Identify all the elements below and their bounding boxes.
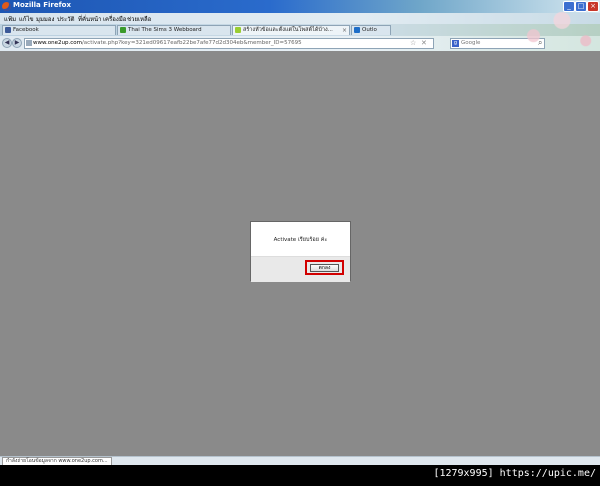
star-icon[interactable]: ☆ bbox=[410, 39, 416, 47]
close-icon[interactable]: × bbox=[342, 26, 347, 35]
facebook-icon bbox=[5, 27, 11, 33]
reload-icon[interactable]: ✕ bbox=[421, 39, 427, 47]
tab-new-topic[interactable]: สร้างหัวข้อและตั้งแต่ในโพสต์ได้บ้าง... × bbox=[232, 25, 350, 35]
back-button[interactable]: ◀ bbox=[2, 38, 12, 48]
address-bar[interactable]: www.one2up.com/activate.php?key=321ed096… bbox=[24, 38, 434, 49]
site-icon bbox=[26, 40, 32, 46]
alert-dialog: Activate เรียบร้อย ค่ะ ตกลง bbox=[250, 221, 351, 282]
tab-label: Outlo bbox=[362, 27, 377, 33]
browser-window: Mozilla Firefox _ □ × แฟ้ม แก้ไข มุมมอง … bbox=[0, 0, 600, 465]
tab-sims-webboard[interactable]: Thai The Sims 3 Webboard bbox=[117, 25, 231, 35]
menu-bar: แฟ้ม แก้ไข มุมมอง ประวัติ ที่คั่นหน้า เค… bbox=[0, 13, 600, 24]
menu-file[interactable]: แฟ้ม bbox=[4, 14, 16, 24]
menu-edit[interactable]: แก้ไข bbox=[19, 14, 34, 24]
menu-history[interactable]: ประวัติ bbox=[57, 14, 75, 24]
firefox-icon bbox=[2, 2, 11, 11]
ok-button[interactable]: ตกลง bbox=[310, 264, 339, 272]
search-placeholder: Google bbox=[461, 40, 481, 46]
minimize-button[interactable]: _ bbox=[563, 1, 575, 12]
google-icon: g bbox=[452, 40, 459, 47]
menu-tools[interactable]: เครื่องมือ bbox=[103, 14, 126, 24]
close-button[interactable]: × bbox=[587, 1, 599, 12]
highlight-box: ตกลง bbox=[305, 260, 344, 275]
outlook-icon bbox=[354, 27, 360, 33]
page-content: Activate เรียบร้อย ค่ะ ตกลง bbox=[0, 51, 600, 456]
url-path: /activate.php?key=321ed09617eafb22be7afe… bbox=[81, 40, 302, 46]
dialog-footer: ตกลง bbox=[251, 256, 350, 282]
menu-help[interactable]: ช่วยเหลือ bbox=[127, 14, 151, 24]
forward-button[interactable]: ▶ bbox=[12, 38, 22, 48]
sims-icon bbox=[120, 27, 126, 33]
tab-bar: Facebook Thai The Sims 3 Webboard สร้างห… bbox=[0, 24, 600, 36]
tab-label: สร้างหัวข้อและตั้งแต่ในโพสต์ได้บ้าง... bbox=[243, 27, 333, 33]
dialog-message: Activate เรียบร้อย ค่ะ bbox=[273, 237, 328, 243]
tab-outlook[interactable]: Outlo bbox=[351, 25, 391, 35]
menu-bookmarks[interactable]: ที่คั่นหน้า bbox=[78, 14, 102, 24]
search-box[interactable]: g Google bbox=[450, 38, 545, 49]
status-bar: กำลังถ่ายโอนข้อมูลจาก www.one2up.com... bbox=[0, 456, 600, 465]
tab-label: Thai The Sims 3 Webboard bbox=[128, 27, 202, 33]
sims-icon bbox=[235, 27, 241, 33]
url-domain: www.one2up.com bbox=[33, 40, 82, 46]
tab-label: Facebook bbox=[13, 27, 39, 33]
search-icon[interactable]: ⌕ bbox=[538, 38, 542, 48]
watermark: [1279x995] https://upic.me/ bbox=[433, 468, 596, 479]
navigation-bar: ◀ ▶ www.one2up.com/activate.php?key=321e… bbox=[0, 36, 600, 51]
title-bar: Mozilla Firefox _ □ × bbox=[0, 0, 600, 13]
tab-facebook[interactable]: Facebook bbox=[2, 25, 116, 35]
maximize-button[interactable]: □ bbox=[575, 1, 587, 12]
status-text: กำลังถ่ายโอนข้อมูลจาก www.one2up.com... bbox=[2, 457, 112, 465]
window-title: Mozilla Firefox bbox=[13, 1, 71, 9]
menu-view[interactable]: มุมมอง bbox=[36, 14, 54, 24]
